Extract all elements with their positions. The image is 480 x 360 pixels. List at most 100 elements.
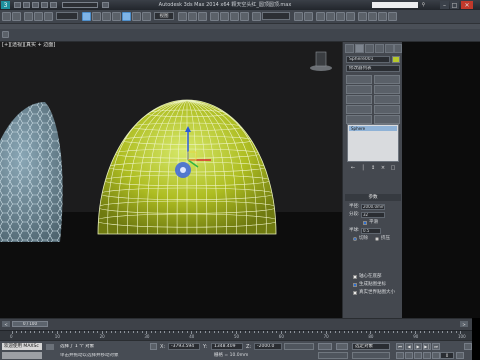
select-rotate-icon[interactable] [132, 12, 141, 21]
time-next-icon[interactable]: > [460, 321, 468, 327]
rendered-frame-icon[interactable] [378, 12, 387, 21]
modifier-button-8[interactable] [374, 105, 400, 114]
key-filters-button[interactable] [352, 352, 390, 359]
create-tab-icon[interactable] [345, 44, 354, 53]
workspace-dropdown[interactable] [62, 2, 98, 8]
search-icon[interactable]: ⚲ [420, 2, 427, 8]
hierarchy-tab-icon[interactable] [365, 44, 374, 53]
zoom-extents-icon[interactable] [414, 352, 422, 359]
save-file-icon[interactable] [32, 2, 39, 8]
zoom-icon[interactable] [396, 352, 404, 359]
track-bar[interactable]: 0 10 20 30 40 50 60 70 80 90 100 [0, 330, 472, 340]
search-input[interactable] [372, 2, 418, 8]
orbit-icon[interactable] [432, 352, 440, 359]
show-end-result-icon[interactable]: │ [359, 165, 367, 171]
pivot-point-icon[interactable] [178, 12, 187, 21]
modify-tab-icon[interactable] [355, 44, 364, 53]
stack-item-sphere[interactable]: Sphere [349, 126, 397, 131]
quick-access-dropdown[interactable] [102, 2, 109, 8]
y-coordinate-field[interactable]: 1348.409 [211, 343, 243, 350]
selection-region-icon[interactable] [102, 12, 111, 21]
set-key-icon[interactable] [336, 343, 348, 350]
squash-radio[interactable] [375, 237, 379, 241]
display-tab-icon[interactable] [385, 44, 394, 53]
modifier-button-6[interactable] [374, 95, 400, 104]
minimize-button[interactable]: – [440, 1, 449, 9]
redo-icon[interactable] [50, 2, 57, 8]
base-to-pivot-checkbox[interactable] [353, 275, 357, 279]
material-editor-icon[interactable] [358, 12, 367, 21]
maximize-button[interactable]: □ [450, 1, 459, 9]
curve-editor-icon[interactable] [336, 12, 345, 21]
perspective-viewport[interactable]: [+][透视][真实 + 边面] [0, 42, 342, 322]
object-name-field[interactable]: Sphere001 [346, 56, 390, 63]
keyboard-shortcut-icon[interactable] [198, 12, 207, 21]
select-link-icon[interactable] [24, 12, 33, 21]
chop-radio[interactable] [353, 237, 357, 241]
key-icon[interactable] [318, 343, 332, 350]
ribbon-toggle-icon[interactable] [2, 31, 9, 38]
pan-view-icon[interactable] [423, 352, 431, 359]
parameters-rollout-header[interactable]: 参数 [345, 194, 401, 201]
selection-filter-dropdown[interactable] [56, 12, 78, 20]
named-selection-dropdown[interactable] [262, 12, 290, 20]
app-logo-icon[interactable]: 3 [1, 1, 10, 9]
select-scale-icon[interactable] [142, 12, 151, 21]
graphite-tools-icon[interactable] [326, 12, 335, 21]
modifier-button-10[interactable] [374, 115, 400, 124]
time-prev-icon[interactable]: < [2, 321, 10, 327]
angle-snap-icon[interactable] [220, 12, 229, 21]
make-unique-icon[interactable]: ↕ [369, 165, 377, 171]
object-color-swatch[interactable] [392, 56, 400, 63]
spinner-snap-icon[interactable] [240, 12, 249, 21]
auto-key-button[interactable] [284, 343, 314, 350]
maxscript-listener[interactable]: 欢迎使用 MAXSc [2, 343, 42, 350]
maximize-viewport-icon[interactable] [464, 343, 472, 350]
real-world-map-checkbox[interactable] [353, 291, 357, 295]
key-target-dropdown[interactable]: 选定对象 [352, 343, 390, 350]
modifier-button-4[interactable] [374, 85, 400, 94]
modifier-button-2[interactable] [374, 75, 400, 84]
utilities-tab-icon[interactable] [394, 44, 402, 53]
set-key-button[interactable] [318, 352, 348, 359]
motion-tab-icon[interactable] [375, 44, 384, 53]
go-to-end-icon[interactable]: ⏭ [432, 343, 440, 350]
close-button[interactable]: ✕ [461, 1, 473, 9]
next-frame-icon[interactable]: ▶│ [423, 343, 431, 350]
time-slider-handle[interactable]: 0 / 100 [12, 321, 48, 327]
pin-stack-icon[interactable]: ← [349, 165, 357, 171]
x-coordinate-field[interactable]: -3793.594 [168, 343, 200, 350]
reference-coordinate-dropdown[interactable]: 视图 [154, 12, 174, 20]
snaps-toggle-icon[interactable] [210, 12, 219, 21]
hemisphere-spinner[interactable]: 0.5 [361, 228, 381, 234]
select-by-name-icon[interactable] [92, 12, 101, 21]
previous-frame-icon[interactable]: ◀ [405, 343, 413, 350]
remove-modifier-icon[interactable]: × [379, 165, 387, 171]
lock-selection-icon[interactable] [150, 343, 157, 350]
new-file-icon[interactable] [14, 2, 21, 8]
viewport-label[interactable]: [+][透视][真实 + 边面] [2, 42, 122, 49]
modifier-stack[interactable]: Sphere [347, 124, 399, 162]
play-icon[interactable]: ▶ [414, 343, 422, 350]
schematic-view-icon[interactable] [346, 12, 355, 21]
select-move-icon[interactable] [122, 12, 131, 21]
select-manipulate-icon[interactable] [188, 12, 197, 21]
segments-spinner[interactable]: 32 [361, 212, 385, 218]
open-file-icon[interactable] [23, 2, 30, 8]
smooth-checkbox[interactable] [363, 221, 367, 225]
go-to-start-icon[interactable]: ⏮ [396, 343, 404, 350]
current-frame-field[interactable]: 0 [440, 352, 454, 359]
layer-manager-icon[interactable] [316, 12, 325, 21]
modifier-button-3[interactable] [346, 85, 372, 94]
percent-snap-icon[interactable] [230, 12, 239, 21]
modifier-button-1[interactable] [346, 75, 372, 84]
maxscript-input[interactable] [2, 352, 42, 359]
time-config-icon[interactable] [456, 352, 464, 359]
undo-toolbar-icon[interactable] [2, 12, 11, 21]
z-coordinate-field[interactable]: -2000.0 [254, 343, 282, 350]
named-selection-icon[interactable] [252, 12, 261, 21]
render-icon[interactable] [388, 12, 397, 21]
modifier-button-5[interactable] [346, 95, 372, 104]
modifier-button-9[interactable] [346, 115, 372, 124]
select-object-icon[interactable] [82, 12, 91, 21]
